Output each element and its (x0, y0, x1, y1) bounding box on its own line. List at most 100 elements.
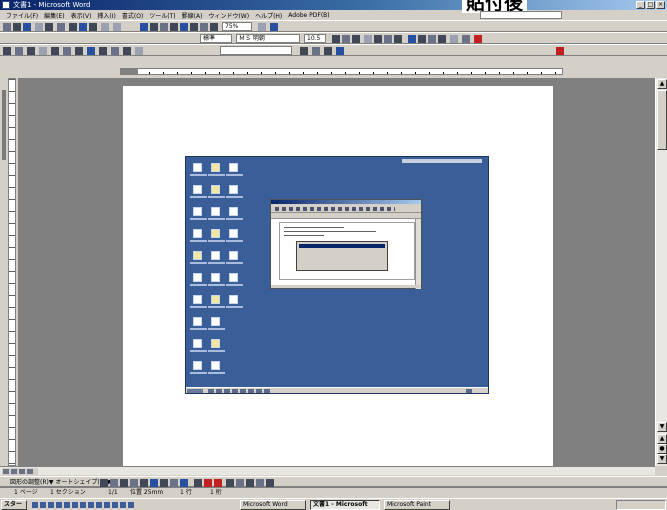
line-color-draw-icon[interactable] (204, 479, 212, 487)
menu-table[interactable]: 罫線(A) (179, 11, 206, 20)
start-button[interactable]: スタート (1, 500, 27, 510)
quick-launch-icon[interactable] (32, 502, 38, 508)
font-size-select[interactable]: 10.5 (304, 34, 326, 43)
line-weight-select[interactable] (220, 46, 292, 55)
font-color-draw-icon[interactable] (214, 479, 222, 487)
line-style-draw-icon[interactable] (226, 479, 234, 487)
less-contrast-icon[interactable] (51, 47, 59, 55)
normal-view-icon[interactable] (3, 469, 9, 474)
shape-icon[interactable] (300, 47, 308, 55)
insert-picture-icon[interactable] (180, 479, 188, 487)
cut-icon[interactable] (69, 23, 77, 31)
font-color-icon[interactable] (474, 35, 482, 43)
task-button-0[interactable]: Microsoft Word (240, 500, 306, 510)
line-color-icon[interactable] (324, 47, 332, 55)
open-icon[interactable] (13, 23, 21, 31)
outline-view-icon[interactable] (27, 469, 33, 474)
table-icon[interactable] (150, 23, 158, 31)
menu-window[interactable]: ウィンドウ(W) (205, 11, 252, 20)
borders-icon[interactable] (450, 35, 458, 43)
quick-launch-icon[interactable] (120, 502, 126, 508)
ruler-scale[interactable] (120, 68, 563, 75)
align-center-icon[interactable] (374, 35, 382, 43)
help-icon[interactable] (258, 23, 266, 31)
justify-icon[interactable] (394, 35, 402, 43)
document-map-icon[interactable] (200, 23, 208, 31)
decrease-indent-icon[interactable] (428, 35, 436, 43)
menu-help[interactable]: ヘルプ(H) (252, 11, 285, 20)
highlight-icon[interactable] (462, 35, 470, 43)
quick-launch-icon[interactable] (128, 502, 134, 508)
rotate-icon[interactable] (87, 47, 95, 55)
close-toolbar-icon[interactable] (556, 47, 564, 55)
scroll-down-button[interactable]: ▼ (657, 422, 667, 432)
crop-icon[interactable] (75, 47, 83, 55)
quick-launch-icon[interactable] (72, 502, 78, 508)
redo-icon[interactable] (113, 23, 121, 31)
more-contrast-icon[interactable] (39, 47, 47, 55)
undo-icon[interactable] (101, 23, 109, 31)
drawing-icon[interactable] (190, 23, 198, 31)
print-icon[interactable] (35, 23, 43, 31)
fill-color-icon[interactable] (194, 479, 202, 487)
arrow-icon[interactable] (110, 479, 118, 487)
scroll-up-button[interactable]: ▲ (657, 79, 667, 89)
print-layout-icon[interactable] (19, 469, 25, 474)
pasted-screenshot[interactable] (185, 156, 489, 394)
read-icon[interactable] (270, 23, 278, 31)
wordart-icon[interactable] (150, 479, 158, 487)
align-left-icon[interactable] (364, 35, 372, 43)
copy-icon[interactable] (79, 23, 87, 31)
3d-style-icon[interactable] (266, 479, 274, 487)
task-button-2[interactable]: Microsoft Paint (384, 500, 450, 510)
draw-menu[interactable]: 図形の調整(R)▼ オートシェイプ(U)▼ (10, 478, 111, 487)
web-view-icon[interactable] (11, 469, 17, 474)
paste-icon[interactable] (89, 23, 97, 31)
menu-format[interactable]: 書式(O) (119, 11, 146, 20)
new-document-icon[interactable] (3, 23, 11, 31)
increase-indent-icon[interactable] (438, 35, 446, 43)
line-icon[interactable] (100, 479, 108, 487)
maximize-button[interactable]: □ (646, 1, 655, 9)
style-select[interactable]: 標準 (200, 34, 232, 43)
bullets-icon[interactable] (418, 35, 426, 43)
vertical-scrollbar[interactable]: ▲ ▼ ▲ ● ▼ (655, 78, 667, 466)
color-icon[interactable] (27, 47, 35, 55)
close-button[interactable]: × (656, 1, 665, 9)
quick-launch-icon[interactable] (96, 502, 102, 508)
dash-style-icon[interactable] (236, 479, 244, 487)
italic-icon[interactable] (342, 35, 350, 43)
word-app-icon[interactable] (2, 1, 10, 9)
columns-icon[interactable] (180, 23, 188, 31)
insert-table-icon[interactable] (160, 23, 168, 31)
previous-page-button[interactable]: ▲ (657, 434, 667, 444)
textbox-icon[interactable] (140, 479, 148, 487)
vertical-ruler[interactable] (8, 78, 16, 466)
picture-icon[interactable] (15, 47, 23, 55)
arrow-style-icon[interactable] (246, 479, 254, 487)
clipart-icon[interactable] (170, 479, 178, 487)
spelling-icon[interactable] (57, 23, 65, 31)
scroll-thumb[interactable] (657, 90, 667, 150)
menu-view[interactable]: 表示(V) (68, 11, 95, 20)
shadow-icon[interactable] (336, 47, 344, 55)
hyperlink-icon[interactable] (140, 23, 148, 31)
menu-tools[interactable]: ツール(T) (146, 11, 178, 20)
more-brightness-icon[interactable] (63, 47, 71, 55)
quick-launch-icon[interactable] (48, 502, 54, 508)
shadow-style-icon[interactable] (256, 479, 264, 487)
bold-icon[interactable] (332, 35, 340, 43)
align-right-icon[interactable] (384, 35, 392, 43)
quick-launch-icon[interactable] (64, 502, 70, 508)
fill-icon[interactable] (312, 47, 320, 55)
menu-file[interactable]: ファイル(F) (3, 11, 41, 20)
quick-launch-icon[interactable] (56, 502, 62, 508)
numbering-icon[interactable] (408, 35, 416, 43)
select-objects-icon[interactable] (3, 47, 11, 55)
zoom-select[interactable]: 75% (222, 22, 252, 31)
compress-icon[interactable] (111, 47, 119, 55)
oval-icon[interactable] (130, 479, 138, 487)
quick-launch-icon[interactable] (40, 502, 46, 508)
next-page-button[interactable]: ▼ (657, 454, 667, 464)
quick-launch-icon[interactable] (88, 502, 94, 508)
